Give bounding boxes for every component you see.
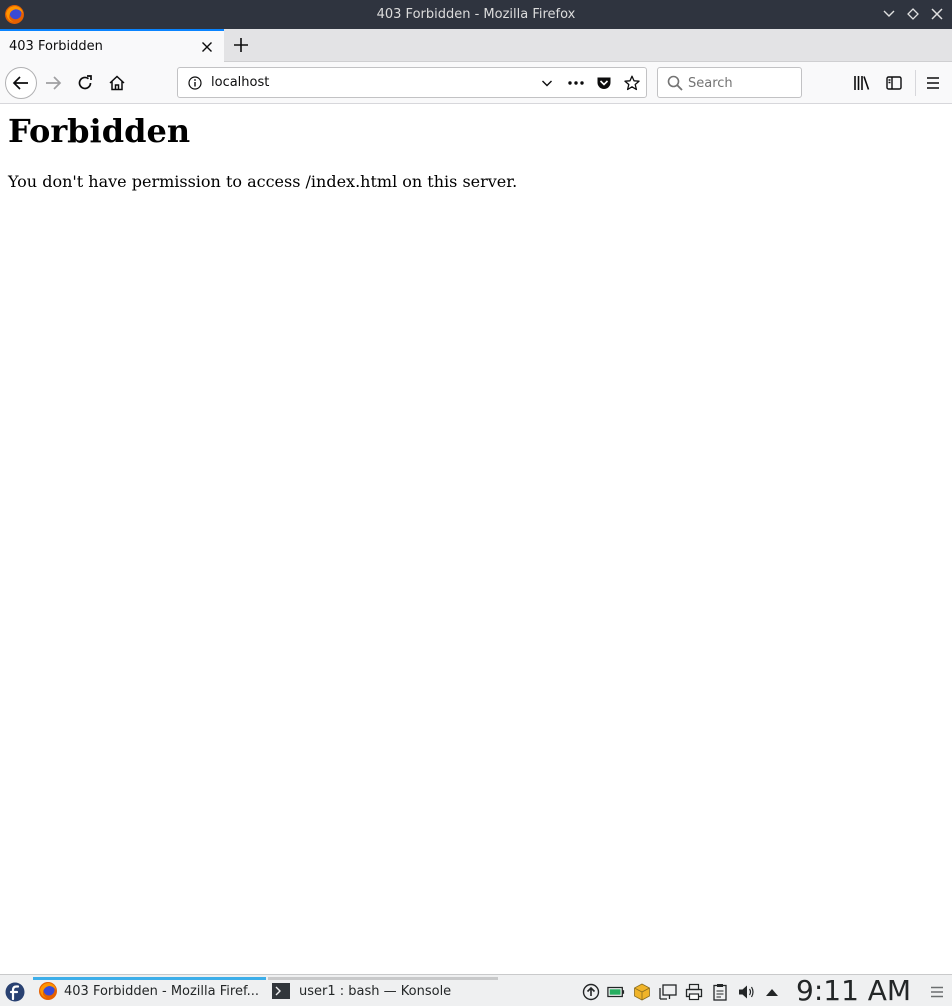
window-title: 403 Forbidden - Mozilla Firefox xyxy=(376,7,576,22)
minimize-icon[interactable] xyxy=(881,6,897,22)
page-actions-icon[interactable] xyxy=(567,74,585,92)
tab-403-forbidden[interactable]: 403 Forbidden xyxy=(0,29,224,62)
taskbar-task-konsole[interactable]: user1 : bash — Konsole xyxy=(268,975,498,1006)
bookmark-star-icon[interactable] xyxy=(623,74,641,92)
library-button[interactable] xyxy=(847,68,877,98)
error-message: You don't have permission to access /ind… xyxy=(8,172,518,191)
firefox-logo-icon xyxy=(5,5,24,24)
forward-arrow-icon xyxy=(46,76,62,90)
konsole-icon xyxy=(272,983,290,999)
toolbar-separator xyxy=(915,70,916,96)
task-label: 403 Forbidden - Mozilla Firef... xyxy=(64,983,259,999)
battery-icon[interactable] xyxy=(607,983,625,1001)
dropdown-chevron-icon[interactable] xyxy=(538,74,556,92)
updates-icon[interactable] xyxy=(582,983,600,1001)
display-network-icon[interactable] xyxy=(659,983,677,1001)
open-menu-button[interactable] xyxy=(918,68,948,98)
sidebar-toggle-button[interactable] xyxy=(879,68,909,98)
taskbar-task-firefox[interactable]: 403 Forbidden - Mozilla Firef... xyxy=(33,975,266,1006)
panel-menu-icon[interactable] xyxy=(928,983,946,1001)
reload-button[interactable] xyxy=(70,68,100,98)
library-icon xyxy=(854,76,870,90)
site-info-icon[interactable] xyxy=(186,74,204,92)
search-icon xyxy=(667,75,683,91)
tab-strip: 403 Forbidden xyxy=(0,29,952,62)
home-button[interactable] xyxy=(102,68,132,98)
url-bar[interactable]: localhost xyxy=(177,67,647,98)
clock[interactable]: 9:11 AM xyxy=(796,975,911,1006)
active-task-indicator xyxy=(33,977,266,980)
expand-tray-icon[interactable] xyxy=(763,983,781,1001)
window-titlebar[interactable]: 403 Forbidden - Mozilla Firefox xyxy=(0,0,952,29)
page-heading: Forbidden xyxy=(8,112,191,150)
close-tab-icon[interactable] xyxy=(198,38,216,56)
search-bar[interactable] xyxy=(657,67,802,98)
firefox-icon xyxy=(39,982,57,1000)
reload-icon xyxy=(78,75,92,90)
clipboard-icon[interactable] xyxy=(711,983,729,1001)
tab-label: 403 Forbidden xyxy=(9,39,103,54)
new-tab-button[interactable] xyxy=(229,33,253,57)
application-launcher-icon[interactable] xyxy=(4,981,26,1003)
task-label: user1 : bash — Konsole xyxy=(299,983,452,999)
close-window-icon[interactable] xyxy=(929,6,945,22)
url-text[interactable]: localhost xyxy=(211,75,269,90)
printer-icon[interactable] xyxy=(685,983,703,1001)
page-content: Forbidden You don't have permission to a… xyxy=(0,105,952,974)
maximize-icon[interactable] xyxy=(905,6,921,22)
package-icon[interactable] xyxy=(633,983,651,1001)
back-arrow-icon xyxy=(12,76,28,90)
forward-button[interactable] xyxy=(38,68,68,98)
task-indicator xyxy=(268,977,498,980)
plus-icon xyxy=(234,38,248,52)
back-button[interactable] xyxy=(5,67,37,99)
navigation-toolbar: localhost xyxy=(0,62,952,104)
taskbar: 403 Forbidden - Mozilla Firef... user1 :… xyxy=(0,974,952,1006)
volume-icon[interactable] xyxy=(737,983,755,1001)
pocket-icon[interactable] xyxy=(595,74,613,92)
sidebar-icon xyxy=(886,76,902,90)
hamburger-menu-icon xyxy=(927,77,939,89)
home-icon xyxy=(109,75,125,91)
search-input[interactable] xyxy=(688,74,796,92)
